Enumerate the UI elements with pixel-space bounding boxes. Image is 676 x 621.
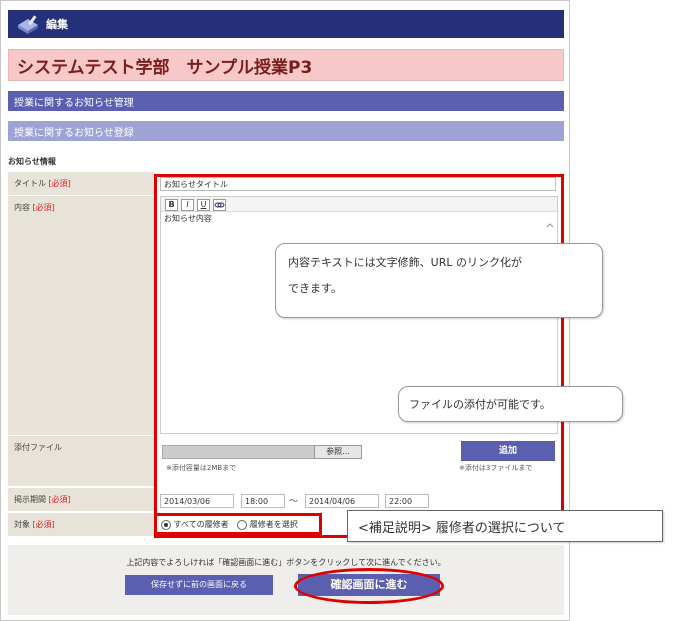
- attach-label: 添付ファイル: [14, 443, 62, 452]
- content-label: 内容: [14, 203, 30, 212]
- title-row-label: タイトル [必須]: [8, 172, 154, 196]
- highlight-box: [154, 174, 564, 538]
- info-heading: お知らせ情報: [8, 157, 56, 166]
- section-manage[interactable]: 授業に関するお知らせ管理: [8, 91, 564, 111]
- content-row-label: 内容 [必須]: [8, 196, 154, 436]
- back-button[interactable]: 保存せずに前の画面に戻る: [125, 575, 273, 595]
- radio-highlight-box: [154, 513, 322, 535]
- target-callout: <補足説明> 履修者の選択について: [347, 510, 663, 542]
- target-label: 対象: [14, 520, 30, 529]
- content-callout-line2: できます。: [288, 282, 342, 295]
- attach-callout: ファイルの添付が可能です。: [398, 386, 623, 422]
- period-row-label: 掲示期間 [必須]: [8, 488, 154, 512]
- attach-row-label: 添付ファイル: [8, 436, 154, 487]
- title-label: タイトル: [14, 179, 46, 188]
- content-callout-line1: 内容テキストには文字修飾、URL のリンク化が: [288, 256, 522, 269]
- period-label: 掲示期間: [14, 495, 46, 504]
- page-title: システムテスト学部 サンプル授業P3: [8, 49, 564, 81]
- content-callout: 内容テキストには文字修飾、URL のリンク化が できます。: [275, 243, 603, 318]
- header-title: 編集: [46, 18, 68, 31]
- required-mark: [必須]: [48, 179, 71, 188]
- required-mark: [必須]: [32, 203, 55, 212]
- section-register: 授業に関するお知らせ登録: [8, 121, 564, 141]
- edit-icon: [14, 13, 42, 35]
- confirm-highlight: [294, 568, 444, 604]
- footer-bar: 上記内容でよろしければ「確認画面に進む」ボタンをクリックして次に進んでください。…: [8, 545, 564, 615]
- required-mark: [必須]: [48, 495, 71, 504]
- target-row-label: 対象 [必須]: [8, 513, 154, 537]
- required-mark: [必須]: [32, 520, 55, 529]
- header-bar: 編集: [8, 10, 564, 38]
- footer-message: 上記内容でよろしければ「確認画面に進む」ボタンをクリックして次に進んでください。: [126, 558, 446, 567]
